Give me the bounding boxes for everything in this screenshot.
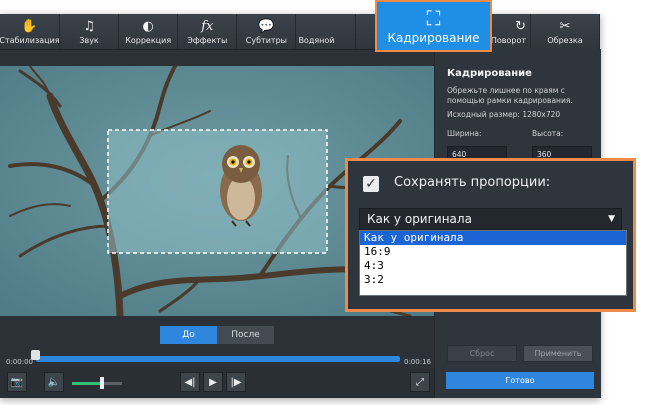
stabilization-icon: ✋: [21, 19, 38, 34]
after-button[interactable]: После: [217, 326, 274, 344]
crop-tool-label: Кадрирование: [387, 31, 480, 45]
snapshot-button[interactable]: 📷: [7, 372, 27, 392]
tool-label: Водяной: [298, 36, 335, 45]
aspect-ratio-callout: ✓ Сохранять пропорции: Как у оригинала ▼…: [345, 158, 636, 312]
play-icon: ▶: [209, 376, 217, 388]
panel-title: Кадрирование: [447, 68, 532, 79]
height-label: Высота:: [532, 129, 564, 138]
time-start: 0:00:00: [6, 358, 33, 366]
play-button[interactable]: ▶: [203, 372, 223, 392]
aspect-ratio-selected: Как у оригинала: [367, 212, 472, 226]
next-frame-button[interactable]: |▶: [226, 372, 246, 392]
tool-label: Коррекция: [125, 36, 172, 45]
tool-effects[interactable]: fx Эффекты: [178, 14, 238, 49]
aspect-option[interactable]: 16:9: [360, 245, 626, 259]
contrast-icon: ◐: [142, 19, 154, 34]
width-label: Ширина:: [447, 129, 482, 138]
tool-label: Субтитры: [245, 36, 287, 45]
timeline[interactable]: 0:00:00 0:00:16: [0, 347, 434, 367]
speaker-icon: 🔈: [47, 376, 61, 388]
tool-label: Обрезка: [547, 36, 583, 45]
tool-subtitles[interactable]: 💬 Субтитры: [237, 14, 297, 49]
scissors-icon: ✂: [559, 19, 571, 34]
watermark-icon: [298, 20, 302, 34]
tool-label: Звук: [79, 36, 99, 45]
volume-handle[interactable]: [100, 377, 104, 389]
step-forward-icon: |▶: [230, 376, 242, 388]
tool-label: Эффекты: [187, 36, 228, 45]
fullscreen-icon: ⤢: [416, 376, 424, 388]
crop-icon: ⛶: [426, 6, 441, 30]
done-button[interactable]: Готово: [446, 372, 594, 389]
keep-aspect-checkbox[interactable]: ✓: [363, 176, 379, 192]
speech-bubble-icon: 💬: [258, 19, 275, 34]
aspect-ratio-select[interactable]: Как у оригинала ▼: [359, 208, 622, 230]
aspect-option[interactable]: Как у оригинала: [360, 231, 626, 245]
tool-watermark[interactable]: Водяной: [296, 14, 356, 49]
tool-label: Поворот: [490, 36, 526, 45]
tool-correction[interactable]: ◐ Коррекция: [119, 14, 179, 49]
crop-tool-button[interactable]: ⛶ Кадрирование: [375, 0, 492, 52]
before-button[interactable]: До: [160, 326, 217, 344]
source-size: Исходный размер: 1280x720: [447, 110, 561, 119]
timeline-track[interactable]: [36, 356, 400, 362]
volume-button[interactable]: 🔈: [44, 372, 64, 392]
tool-trim[interactable]: ✂ Обрезка: [531, 14, 600, 49]
apply-button[interactable]: Применить: [523, 345, 593, 362]
time-end: 0:00:16: [404, 358, 431, 366]
aspect-option[interactable]: 4:3: [360, 259, 626, 273]
playback-controls: 📷 🔈 ◀| ▶ |▶ ⤢: [0, 368, 434, 398]
fullscreen-button[interactable]: ⤢: [410, 372, 430, 392]
music-note-icon: ♫: [83, 19, 95, 34]
chevron-down-icon: ▼: [608, 214, 615, 224]
tool-audio[interactable]: ♫ Звук: [60, 14, 120, 49]
tools-toolbar: ✋ Стабилизация ♫ Звук ◐ Коррекция fx Эфф…: [0, 14, 600, 50]
volume-fill: [72, 382, 102, 385]
tool-stabilization[interactable]: ✋ Стабилизация: [0, 14, 60, 49]
rotate-icon: ↻: [515, 19, 526, 34]
previous-frame-button[interactable]: ◀|: [180, 372, 200, 392]
step-back-icon: ◀|: [184, 376, 196, 388]
aspect-ratio-options: Как у оригинала 16:9 4:3 3:2: [359, 230, 627, 296]
volume-slider[interactable]: [72, 377, 122, 389]
panel-description: Обрежьте лишнее по краям с помощью рамки…: [447, 86, 573, 105]
fx-icon: fx: [201, 19, 214, 34]
tool-label: Стабилизация: [0, 36, 60, 45]
aspect-option[interactable]: 3:2: [360, 273, 626, 287]
camera-icon: 📷: [10, 376, 24, 388]
keep-aspect-label: Сохранять пропорции:: [394, 175, 551, 190]
reset-button[interactable]: Сброс: [447, 345, 517, 362]
before-after-toggle: До После: [160, 326, 274, 344]
